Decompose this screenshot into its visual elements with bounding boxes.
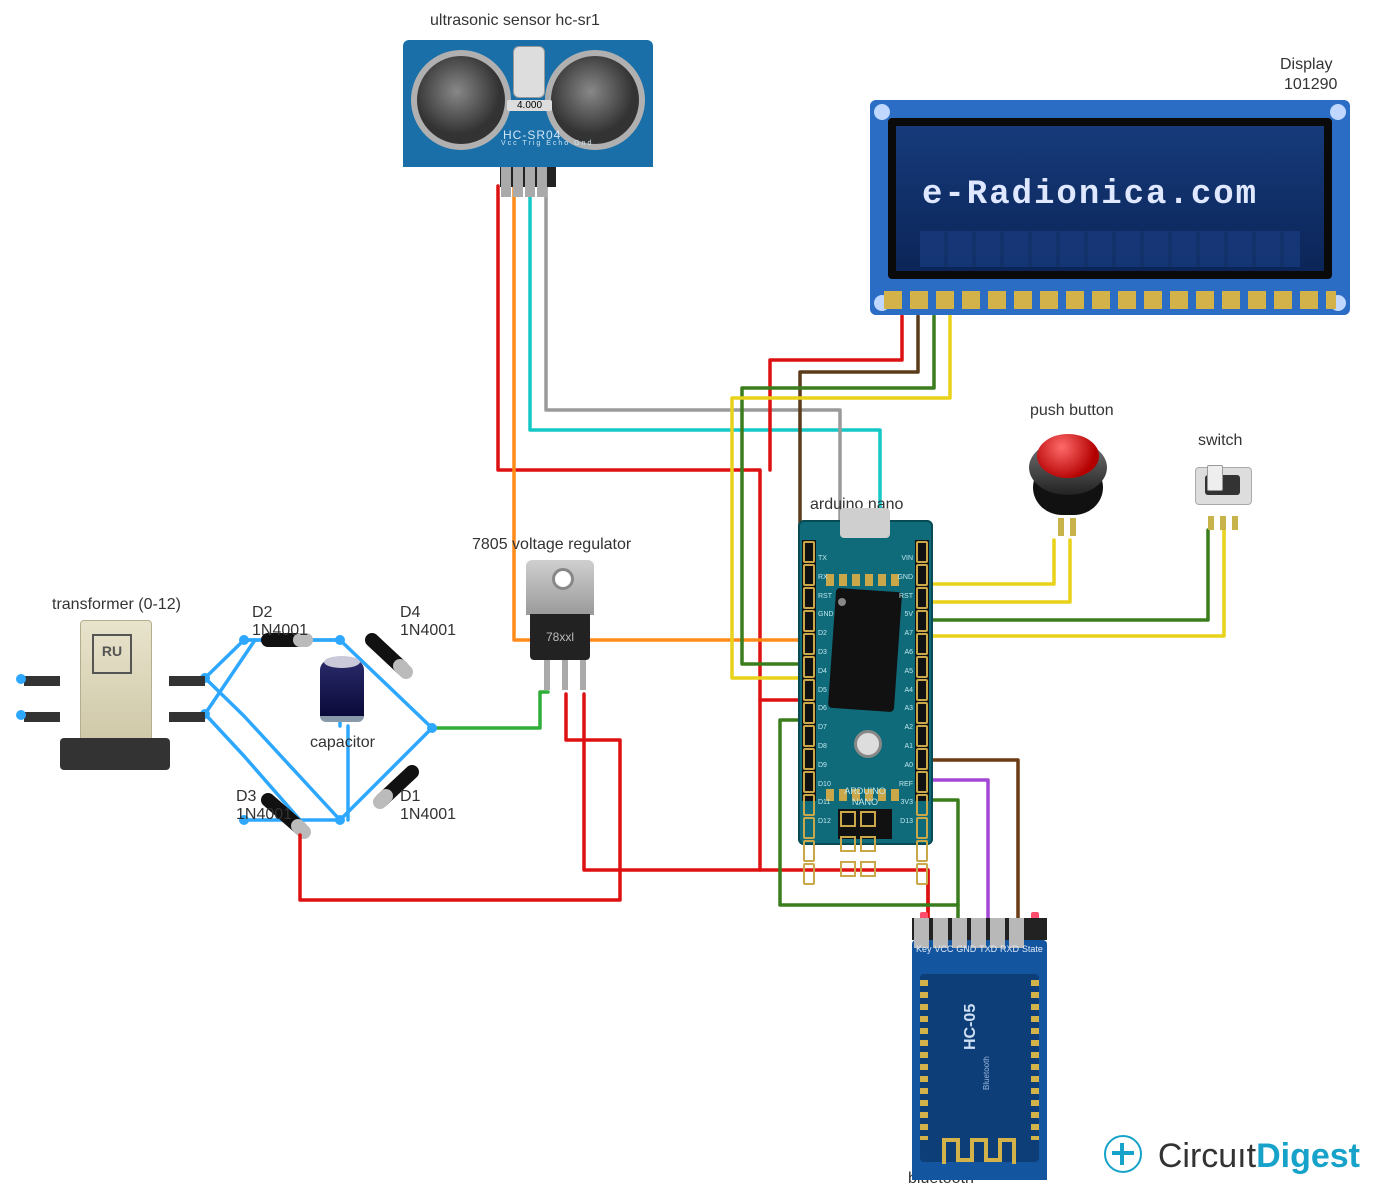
bluetooth-module: KeyVCCGND TXDRXDState HC-05 Bluetooth: [912, 940, 1047, 1180]
bt-antenna-icon: [942, 1136, 1022, 1166]
nano-header-left: [802, 540, 816, 801]
hcsr04-pin-labels: Vcc Trig Echo Gnd: [501, 140, 593, 147]
nano-mcu: [828, 588, 902, 712]
label-capacitor: capacitor: [310, 734, 375, 752]
arduino-nano: TX RX RST GND D2 D3 D4 D5 D6 D7 D8 D9 D1…: [798, 520, 933, 845]
label-d4: D4 1N4001: [400, 604, 456, 640]
lcd-screen: e-Radionica.com: [888, 118, 1332, 279]
nano-usb: [840, 508, 890, 538]
voltage-regulator: 78xxl: [520, 560, 600, 690]
vreg-marking: 78xxl: [530, 614, 590, 660]
circuitdigest-logo: CircuıtDigest: [1104, 1135, 1360, 1176]
bt-name: HC-05: [962, 1004, 980, 1050]
label-ultrasonic: ultrasonic sensor hc-sr1: [430, 12, 600, 30]
push-button[interactable]: [1025, 430, 1110, 520]
lcd-pin-row: [884, 291, 1336, 309]
transformer: RU: [52, 620, 177, 775]
bt-sub: Bluetooth: [982, 1056, 991, 1090]
lcd-display: e-Radionica.com: [870, 100, 1350, 315]
label-d1: D1 1N4001: [400, 788, 456, 824]
logo-icon: [1104, 1135, 1142, 1173]
hcsr04-module: 4.000 HC-SR04 Vcc Trig Echo Gnd: [403, 40, 653, 167]
bt-pin-labels: KeyVCCGND TXDRXDState: [916, 944, 1043, 954]
nano-reset-button[interactable]: [854, 730, 882, 758]
label-vreg: 7805 voltage regulator: [472, 536, 631, 554]
label-d3: D3 1N4001: [236, 788, 292, 824]
lcd-text: e-Radionica.com: [922, 176, 1258, 214]
node: [16, 674, 26, 684]
label-switch: switch: [1198, 432, 1242, 450]
label-push-button: push button: [1030, 402, 1114, 420]
nano-icsp: [838, 809, 892, 839]
hcsr04-crystal-label: 4.000: [507, 100, 552, 111]
label-display-top: Display: [1280, 56, 1332, 74]
label-transformer: transformer (0-12): [52, 596, 181, 614]
hcsr04-header: [500, 167, 556, 187]
transformer-mark: RU: [92, 634, 132, 674]
node: [16, 710, 26, 720]
bt-header: [912, 918, 1047, 940]
label-d2: D2 1N4001: [252, 604, 308, 640]
slide-switch[interactable]: [1195, 455, 1250, 520]
label-display-id: 101290: [1284, 76, 1337, 94]
capacitor: [320, 660, 364, 730]
canvas: ultrasonic sensor hc-sr1 Display 101290 …: [0, 0, 1400, 1200]
hcsr04-transducer-left: [411, 50, 511, 150]
hcsr04-crystal: [513, 46, 545, 98]
nano-header-right: [915, 540, 929, 801]
